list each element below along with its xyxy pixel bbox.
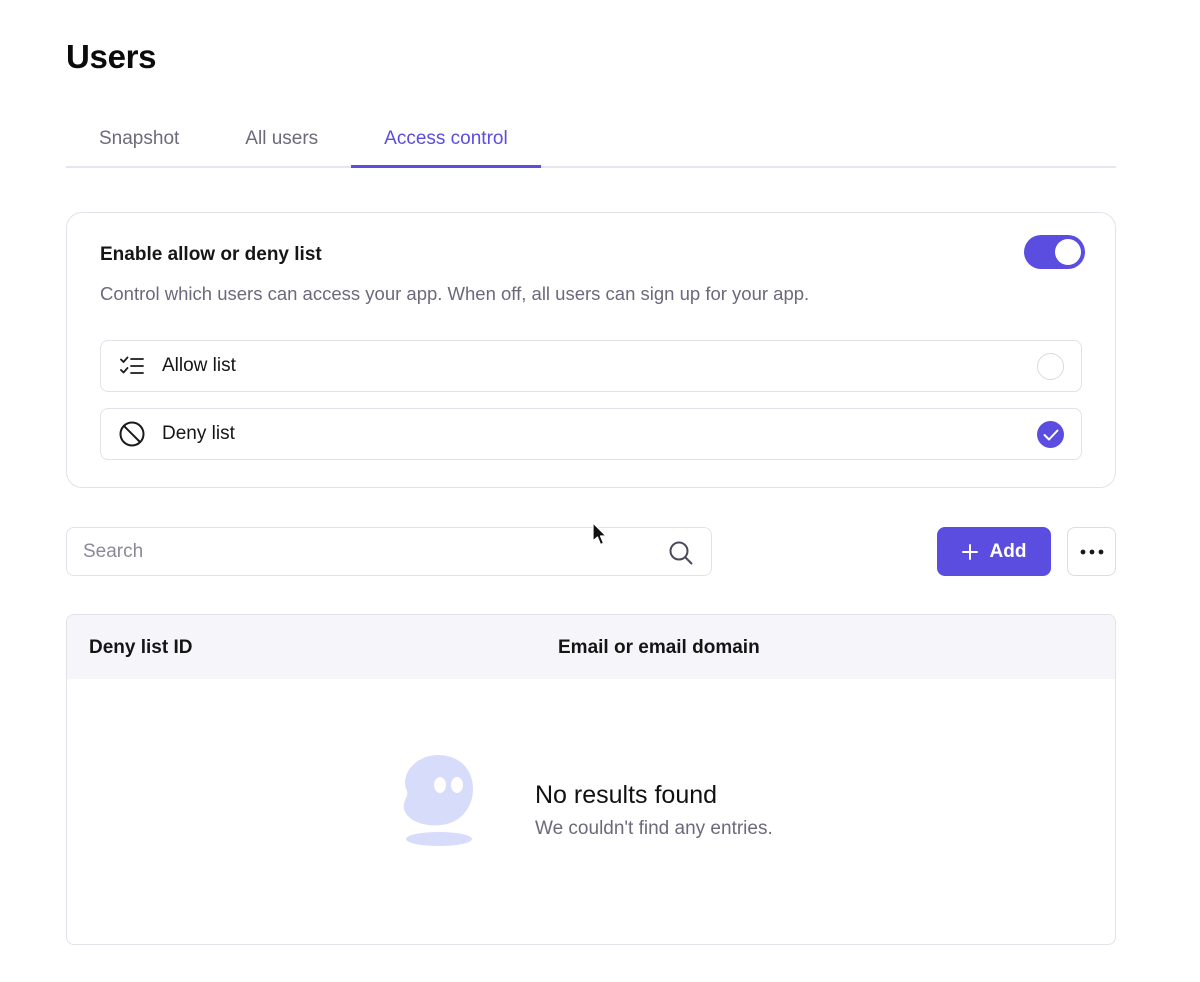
block-icon [117,419,147,449]
table-header: Deny list ID Email or email domain [67,615,1115,679]
tab-label: Access control [384,128,508,149]
page-title: Users [66,38,157,75]
column-header-email[interactable]: Email or email domain [558,637,760,659]
check-icon [1043,429,1058,440]
tab-label: Snapshot [99,128,180,149]
ellipsis-icon [1080,549,1103,554]
tab-bar: Snapshot All users Access control [66,112,1116,168]
column-header-deny-list-id[interactable]: Deny list ID [89,637,192,659]
add-button-label: Add [989,540,1027,562]
option-label: Deny list [162,423,235,444]
tab-all-users[interactable]: All users [212,112,351,166]
empty-state-title: No results found [535,781,718,809]
search-box [66,527,712,576]
mouse-cursor-icon [592,522,607,546]
card-title: Enable allow or deny list [100,244,322,265]
deny-list-table: Deny list ID Email or email domain No re… [66,614,1116,945]
tab-snapshot[interactable]: Snapshot [66,112,212,166]
allow-list-radio[interactable] [1037,353,1064,380]
toggle-knob [1055,239,1081,265]
add-button[interactable]: Add [937,527,1051,576]
more-options-button[interactable] [1067,527,1116,576]
checklist-icon [117,351,147,381]
search-input[interactable] [83,528,663,575]
tab-label: All users [245,128,319,149]
tab-access-control[interactable]: Access control [351,112,541,168]
option-label: Allow list [162,355,236,376]
ghost-illustration-icon [403,755,473,846]
search-icon[interactable] [668,540,694,566]
access-control-card: Enable allow or deny list Control which … [66,212,1116,488]
option-allow-list[interactable]: Allow list [100,340,1082,392]
empty-state: No results found We couldn't find any en… [401,753,821,863]
card-description: Control which users can access your app.… [100,283,810,304]
deny-list-radio[interactable] [1037,421,1064,448]
users-page: Users Snapshot All users Access control … [0,0,1200,982]
allow-deny-toggle[interactable] [1024,235,1085,269]
plus-icon [961,543,978,560]
option-deny-list[interactable]: Deny list [100,408,1082,460]
empty-state-subtitle: We couldn't find any entries. [535,818,773,839]
